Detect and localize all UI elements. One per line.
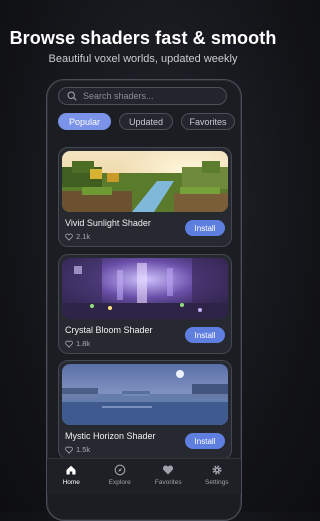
home-icon <box>66 465 76 475</box>
shader-card[interactable]: Mystic Horizon Shader 1.5k Install <box>58 360 232 460</box>
shader-title: Mystic Horizon Shader <box>65 431 156 441</box>
tab-favorites[interactable]: Favorites <box>181 113 235 130</box>
tab-popular[interactable]: Popular <box>58 113 111 130</box>
install-button[interactable]: Install <box>185 327 225 343</box>
tab-updated[interactable]: Updated <box>119 113 173 130</box>
like-count-value: 2.1k <box>76 232 91 241</box>
nav-item-favorites[interactable]: Favorites <box>148 464 188 486</box>
nav-label: Home <box>62 479 80 486</box>
nav-label: Settings <box>205 479 229 486</box>
like-count: 2.1k <box>65 232 90 241</box>
like-count-value: 1.8k <box>76 339 91 348</box>
install-button[interactable]: Install <box>185 433 225 449</box>
shader-card[interactable]: Crystal Bloom Shader 1.8k Install <box>58 254 232 354</box>
search-input[interactable]: Search shaders... <box>58 87 227 105</box>
heart-outline-icon <box>65 233 73 241</box>
like-count: 1.5k <box>65 445 90 454</box>
nav-item-explore[interactable]: Explore <box>100 464 140 486</box>
nav-label: Explore <box>108 479 131 486</box>
search-icon <box>67 91 77 101</box>
promo-headline: Browse shaders fast & smooth <box>9 28 277 48</box>
like-count: 1.8k <box>65 339 90 348</box>
heart-icon <box>163 465 174 475</box>
phone-frame: Search shaders... Popular Updated Favori… <box>46 79 242 521</box>
gear-icon <box>212 465 222 475</box>
shader-title: Crystal Bloom Shader <box>65 325 153 335</box>
search-placeholder: Search shaders... <box>83 91 154 101</box>
filter-tabs: Popular Updated Favorites <box>58 113 235 130</box>
compass-icon <box>114 464 126 476</box>
nav-label: Favorites <box>154 479 182 486</box>
shader-card[interactable]: Vivid Sunlight Shader 2.1k Install <box>58 147 232 247</box>
bottom-nav: Home Explore Favorites Settings <box>47 458 241 494</box>
like-count-value: 1.5k <box>76 445 91 454</box>
heart-outline-icon <box>65 340 73 348</box>
shader-thumbnail <box>62 364 228 425</box>
shader-title: Vivid Sunlight Shader <box>65 218 151 228</box>
nav-item-settings[interactable]: Settings <box>197 464 237 486</box>
shader-thumbnail <box>62 258 228 319</box>
promo-subline: Beautiful voxel worlds, updated weekly <box>48 53 238 65</box>
shader-thumbnail <box>62 151 228 212</box>
nav-item-home[interactable]: Home <box>51 464 91 486</box>
install-button[interactable]: Install <box>185 220 225 236</box>
heart-outline-icon <box>65 446 73 454</box>
